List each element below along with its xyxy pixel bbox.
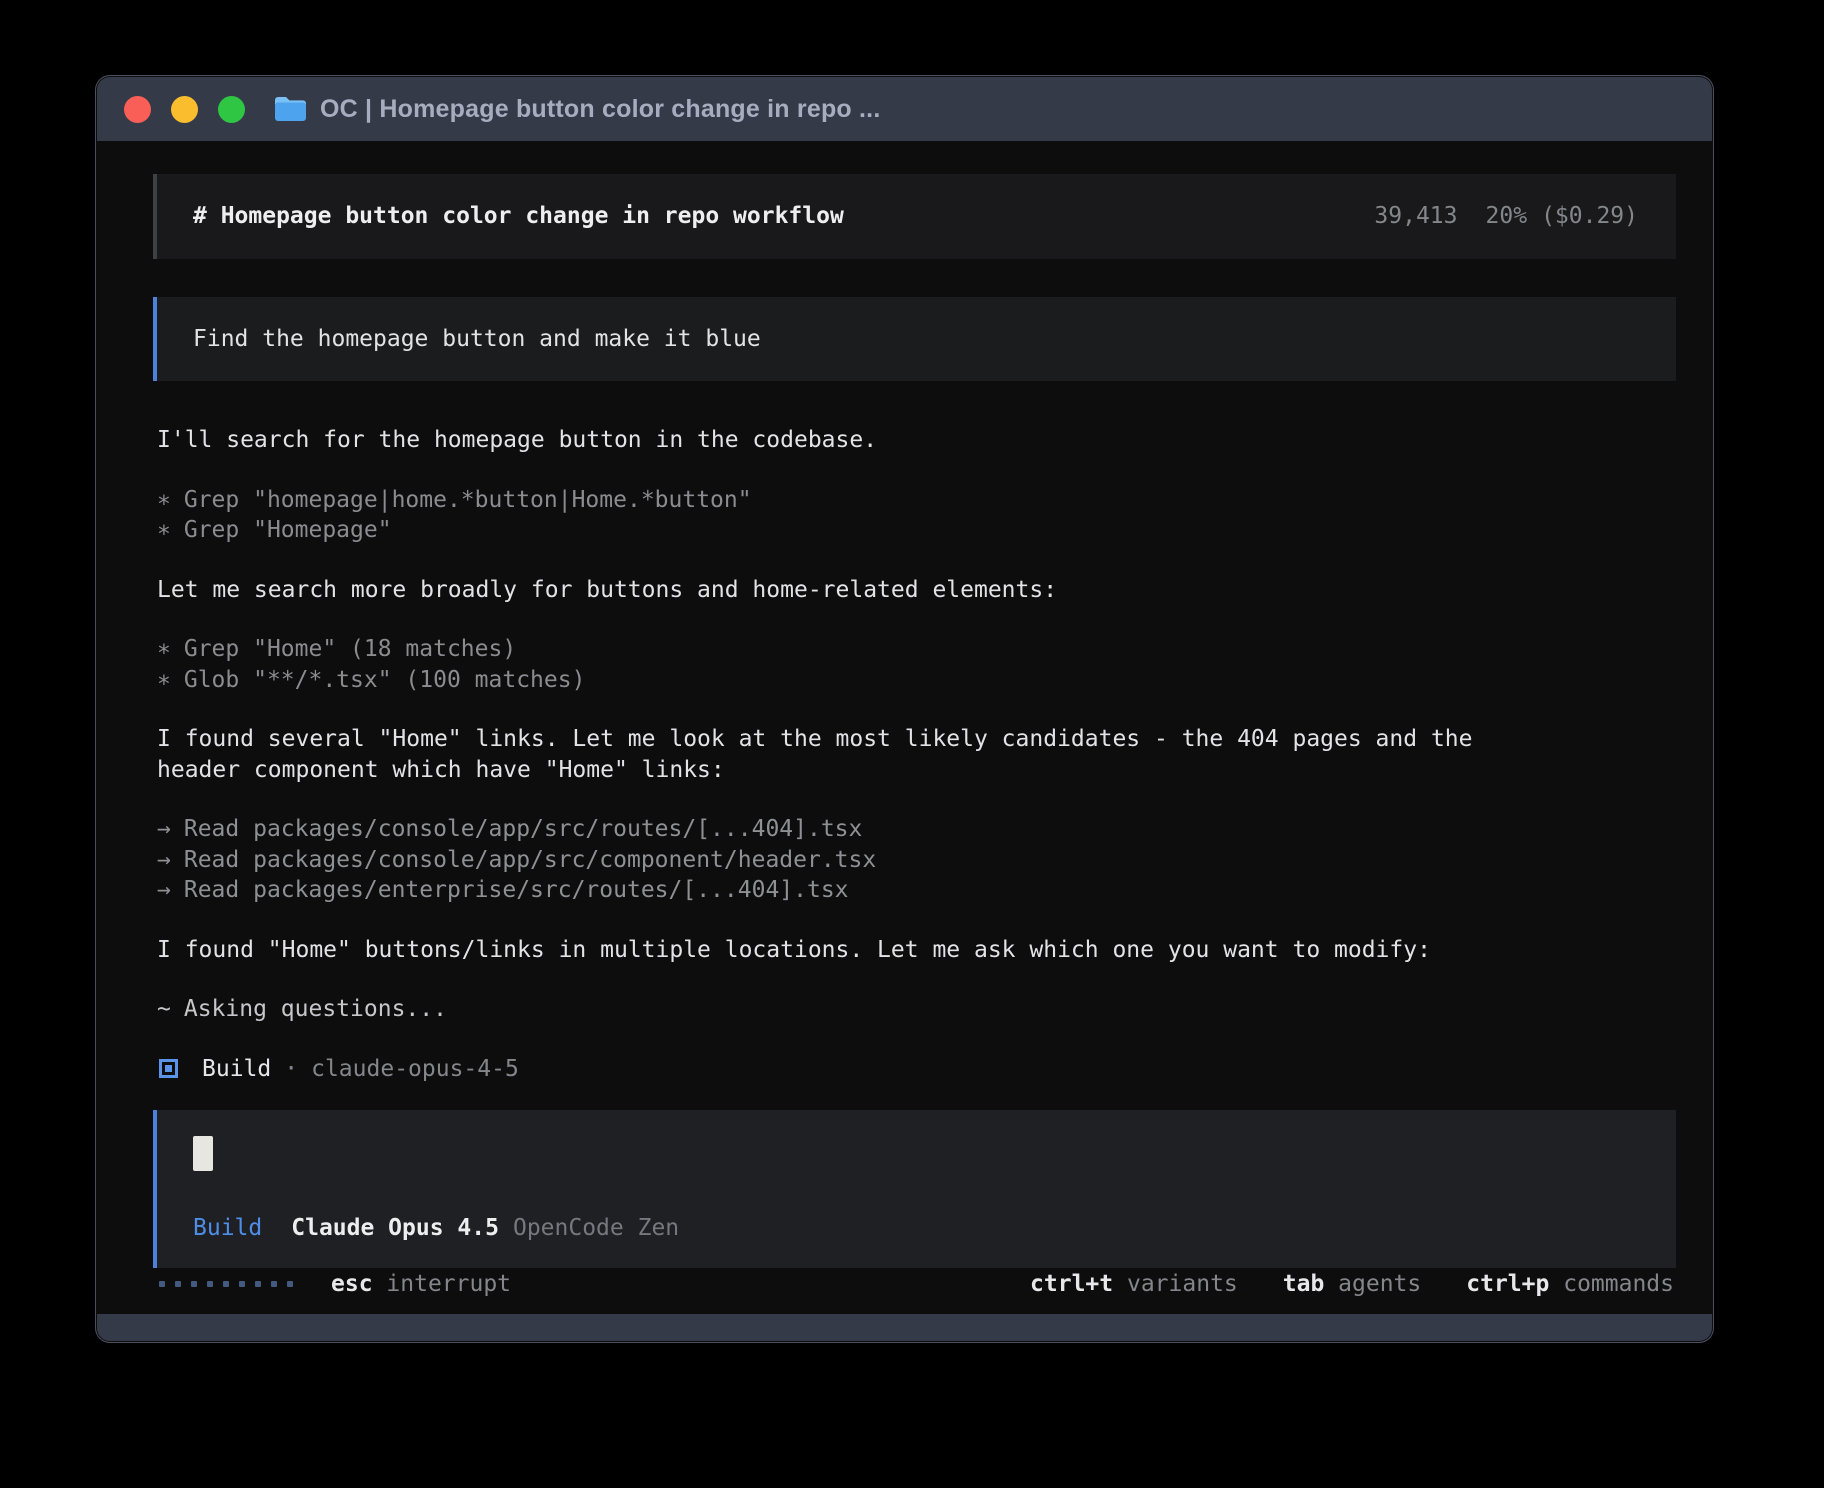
esc-key: esc (331, 1271, 373, 1297)
titlebar[interactable]: OC | Homepage button color change in rep… (97, 77, 1712, 141)
tool-call-glob: ∗Glob "**/*.tsx" (100 matches) (157, 665, 1676, 696)
tilde-icon: ~ (157, 996, 171, 1022)
input-provider-label: OpenCode Zen (513, 1213, 679, 1244)
progress-dots (159, 1281, 293, 1287)
hint-interrupt: esc interrupt (331, 1269, 511, 1300)
input-agent-label: Build (193, 1213, 262, 1244)
text-cursor (193, 1136, 213, 1171)
activity-indicator: ~Asking questions... (157, 994, 1676, 1025)
assistant-output: I'll search for the homepage button in t… (153, 425, 1676, 1054)
arrow-right-icon: → (157, 816, 171, 842)
hint-agents: tab agents (1283, 1269, 1422, 1300)
arrow-right-icon: → (157, 877, 171, 903)
esc-label: interrupt (386, 1271, 511, 1297)
session-stats: 39,413 20% ($0.29) (1374, 201, 1638, 232)
close-button[interactable] (124, 96, 151, 123)
ctrl-t-key: ctrl+t (1030, 1271, 1113, 1297)
tool-call-grep: ∗Grep "homepage|home.*button|Home.*butto… (157, 485, 1676, 516)
assistant-text: I found several "Home" links. Let me loo… (157, 724, 1557, 785)
agents-label: agents (1338, 1271, 1421, 1297)
window-title: OC | Homepage button color change in rep… (320, 95, 880, 124)
arrow-right-icon: → (157, 847, 171, 873)
tool-pending-icon: ∗ (157, 636, 171, 662)
terminal-window: OC | Homepage button color change in rep… (96, 76, 1713, 1342)
user-message-text: Find the homepage button and make it blu… (193, 326, 761, 352)
prompt-input[interactable]: Build Claude Opus 4.5 OpenCode Zen (153, 1110, 1676, 1268)
zoom-button[interactable] (218, 96, 245, 123)
session-cost: ($0.29) (1541, 203, 1638, 229)
window-bottom-edge (97, 1314, 1712, 1341)
terminal-content: # Homepage button color change in repo w… (97, 141, 1712, 1314)
folder-icon (273, 95, 307, 123)
agent-square-icon (159, 1059, 178, 1078)
assistant-text: Let me search more broadly for buttons a… (157, 575, 1557, 606)
ctrl-p-key: ctrl+p (1466, 1271, 1549, 1297)
variants-label: variants (1127, 1271, 1238, 1297)
traffic-lights (124, 96, 245, 123)
hint-variants: ctrl+t variants (1030, 1269, 1238, 1300)
assistant-text: I found "Home" buttons/links in multiple… (157, 935, 1557, 966)
tool-call-grep: ∗Grep "Homepage" (157, 515, 1676, 546)
agent-status-row: Build · claude-opus-4-5 (153, 1054, 1676, 1085)
tool-pending-icon: ∗ (157, 487, 171, 513)
input-meta: Build Claude Opus 4.5 OpenCode Zen (193, 1213, 1638, 1244)
user-message: Find the homepage button and make it blu… (153, 297, 1676, 382)
session-header: # Homepage button color change in repo w… (153, 174, 1676, 259)
tool-pending-icon: ∗ (157, 667, 171, 693)
minimize-button[interactable] (171, 96, 198, 123)
agent-name: Build (202, 1054, 271, 1085)
token-count: 39,413 (1374, 203, 1457, 229)
session-title: # Homepage button color change in repo w… (193, 201, 844, 232)
context-percent: 20% (1486, 203, 1528, 229)
input-model-label: Claude Opus 4.5 (291, 1213, 499, 1244)
tool-call-grep: ∗Grep "Home" (18 matches) (157, 634, 1676, 665)
footer-bar: esc interrupt ctrl+t variants tab agents… (153, 1268, 1676, 1315)
model-name: claude-opus-4-5 (311, 1054, 519, 1085)
tool-call-read: →Read packages/enterprise/src/routes/[..… (157, 875, 1676, 906)
tool-call-read: →Read packages/console/app/src/routes/[.… (157, 814, 1676, 845)
tool-call-read: →Read packages/console/app/src/component… (157, 845, 1676, 876)
separator-dot: · (284, 1054, 298, 1085)
tool-pending-icon: ∗ (157, 517, 171, 543)
hint-commands: ctrl+p commands (1466, 1269, 1674, 1300)
commands-label: commands (1563, 1271, 1674, 1297)
assistant-text: I'll search for the homepage button in t… (157, 425, 1557, 456)
tab-key: tab (1283, 1271, 1325, 1297)
